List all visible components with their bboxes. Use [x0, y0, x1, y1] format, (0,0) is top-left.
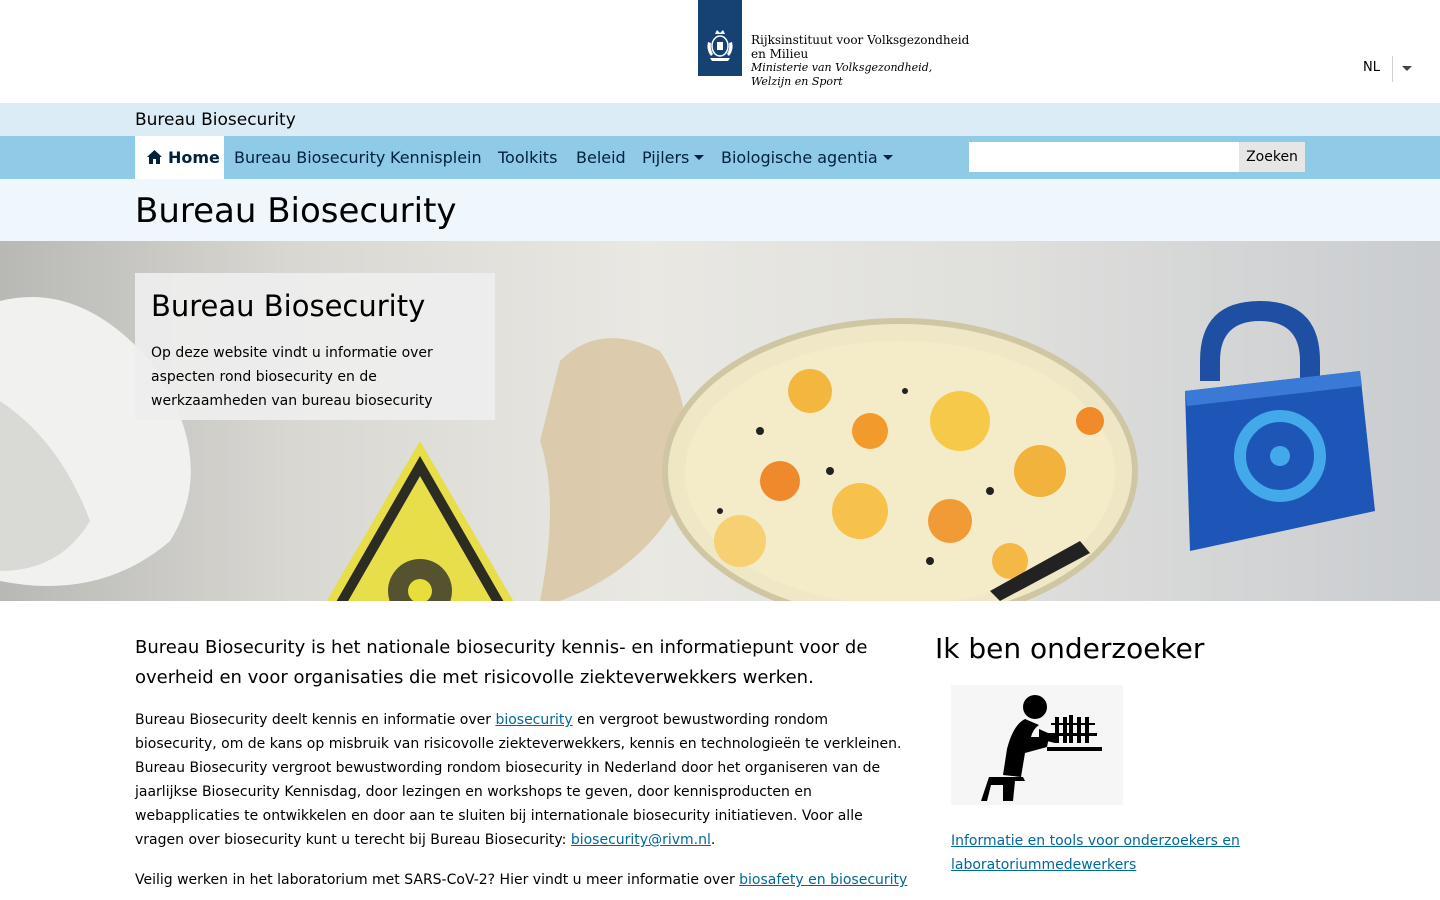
nav-item-label: Pijlers	[642, 148, 690, 167]
rijksoverheid-logo[interactable]	[698, 0, 742, 76]
biosafety-link[interactable]: biosafety en biosecurity	[739, 872, 907, 888]
language-divider	[1392, 56, 1393, 82]
biosecurity-link[interactable]: biosecurity	[495, 712, 572, 728]
nav-item-toolkits[interactable]: Toolkits	[498, 136, 557, 179]
search-button[interactable]: Zoeken	[1239, 142, 1305, 172]
chevron-down-icon	[694, 155, 705, 160]
email-link[interactable]: biosecurity@rivm.nl	[571, 832, 711, 848]
hero-title: Bureau Biosecurity	[151, 289, 426, 323]
body-paragraph-2: Veilig werken in het laboratorium met SA…	[135, 868, 915, 892]
page-title-band: Bureau Biosecurity	[0, 179, 1440, 241]
site-title[interactable]: Bureau Biosecurity	[135, 110, 296, 130]
search-input[interactable]	[969, 142, 1239, 172]
hero-text: Op deze website vindt u informatie over …	[151, 345, 433, 409]
nav-item-biologische-agentia[interactable]: Biologische agentia	[721, 136, 893, 179]
nav-item-kennisplein[interactable]: Kennisplein	[390, 136, 482, 179]
org-name-line2: en Milieu	[751, 47, 809, 61]
site-header: Rijksinstituut voor Volksgezondheid en M…	[0, 0, 1440, 103]
nav-item-pijlers[interactable]: Pijlers	[642, 136, 705, 179]
paragraph-text: .	[710, 832, 716, 848]
nav-item-home[interactable]: Home	[135, 136, 224, 179]
paragraph-text: Veilig werken in het laboratorium met SA…	[135, 872, 740, 888]
hero-card: Bureau Biosecurity Op deze website vindt…	[135, 273, 495, 420]
nav-item-label: Biologische agentia	[721, 148, 878, 167]
researcher-image[interactable]	[951, 685, 1123, 805]
paragraph-text: Bureau Biosecurity deelt kennis en infor…	[135, 712, 496, 728]
royal-emblem-icon	[707, 30, 733, 61]
ministry-line2: Welzijn en Sport	[751, 75, 843, 88]
home-icon	[147, 150, 162, 164]
paragraph-text: en vergroot bewustwording rondom biosecu…	[135, 712, 902, 848]
nav-item-label: Home	[168, 148, 220, 167]
researcher-info-link[interactable]: Informatie en tools voor onderzoekers en…	[951, 829, 1251, 877]
main-navigation: Home Bureau Biosecurity Kennisplein Tool…	[0, 136, 1440, 179]
language-selector[interactable]: NL	[1363, 60, 1380, 75]
org-name-line1: Rijksinstituut voor Volksgezondheid	[751, 33, 970, 47]
chevron-down-icon[interactable]	[1402, 66, 1412, 71]
page-title: Bureau Biosecurity	[135, 191, 457, 231]
nav-item-beleid[interactable]: Beleid	[576, 136, 626, 179]
hero-banner: Bureau Biosecurity Op deze website vindt…	[0, 241, 1440, 601]
sidebar-title: Ik ben onderzoeker	[935, 632, 1205, 665]
chevron-down-icon	[882, 155, 893, 160]
researcher-lab-icon	[981, 695, 1102, 801]
organization-name[interactable]: Rijksinstituut voor Volksgezondheid en M…	[751, 33, 969, 89]
body-paragraph: Bureau Biosecurity deelt kennis en infor…	[135, 708, 907, 852]
site-title-strip: Bureau Biosecurity	[0, 103, 1440, 136]
ministry-line1: Ministerie van Volksgezondheid,	[751, 61, 933, 74]
intro-text: Bureau Biosecurity is het nationale bios…	[135, 637, 868, 688]
nav-item-bureau-biosecurity[interactable]: Bureau Biosecurity	[234, 136, 385, 179]
